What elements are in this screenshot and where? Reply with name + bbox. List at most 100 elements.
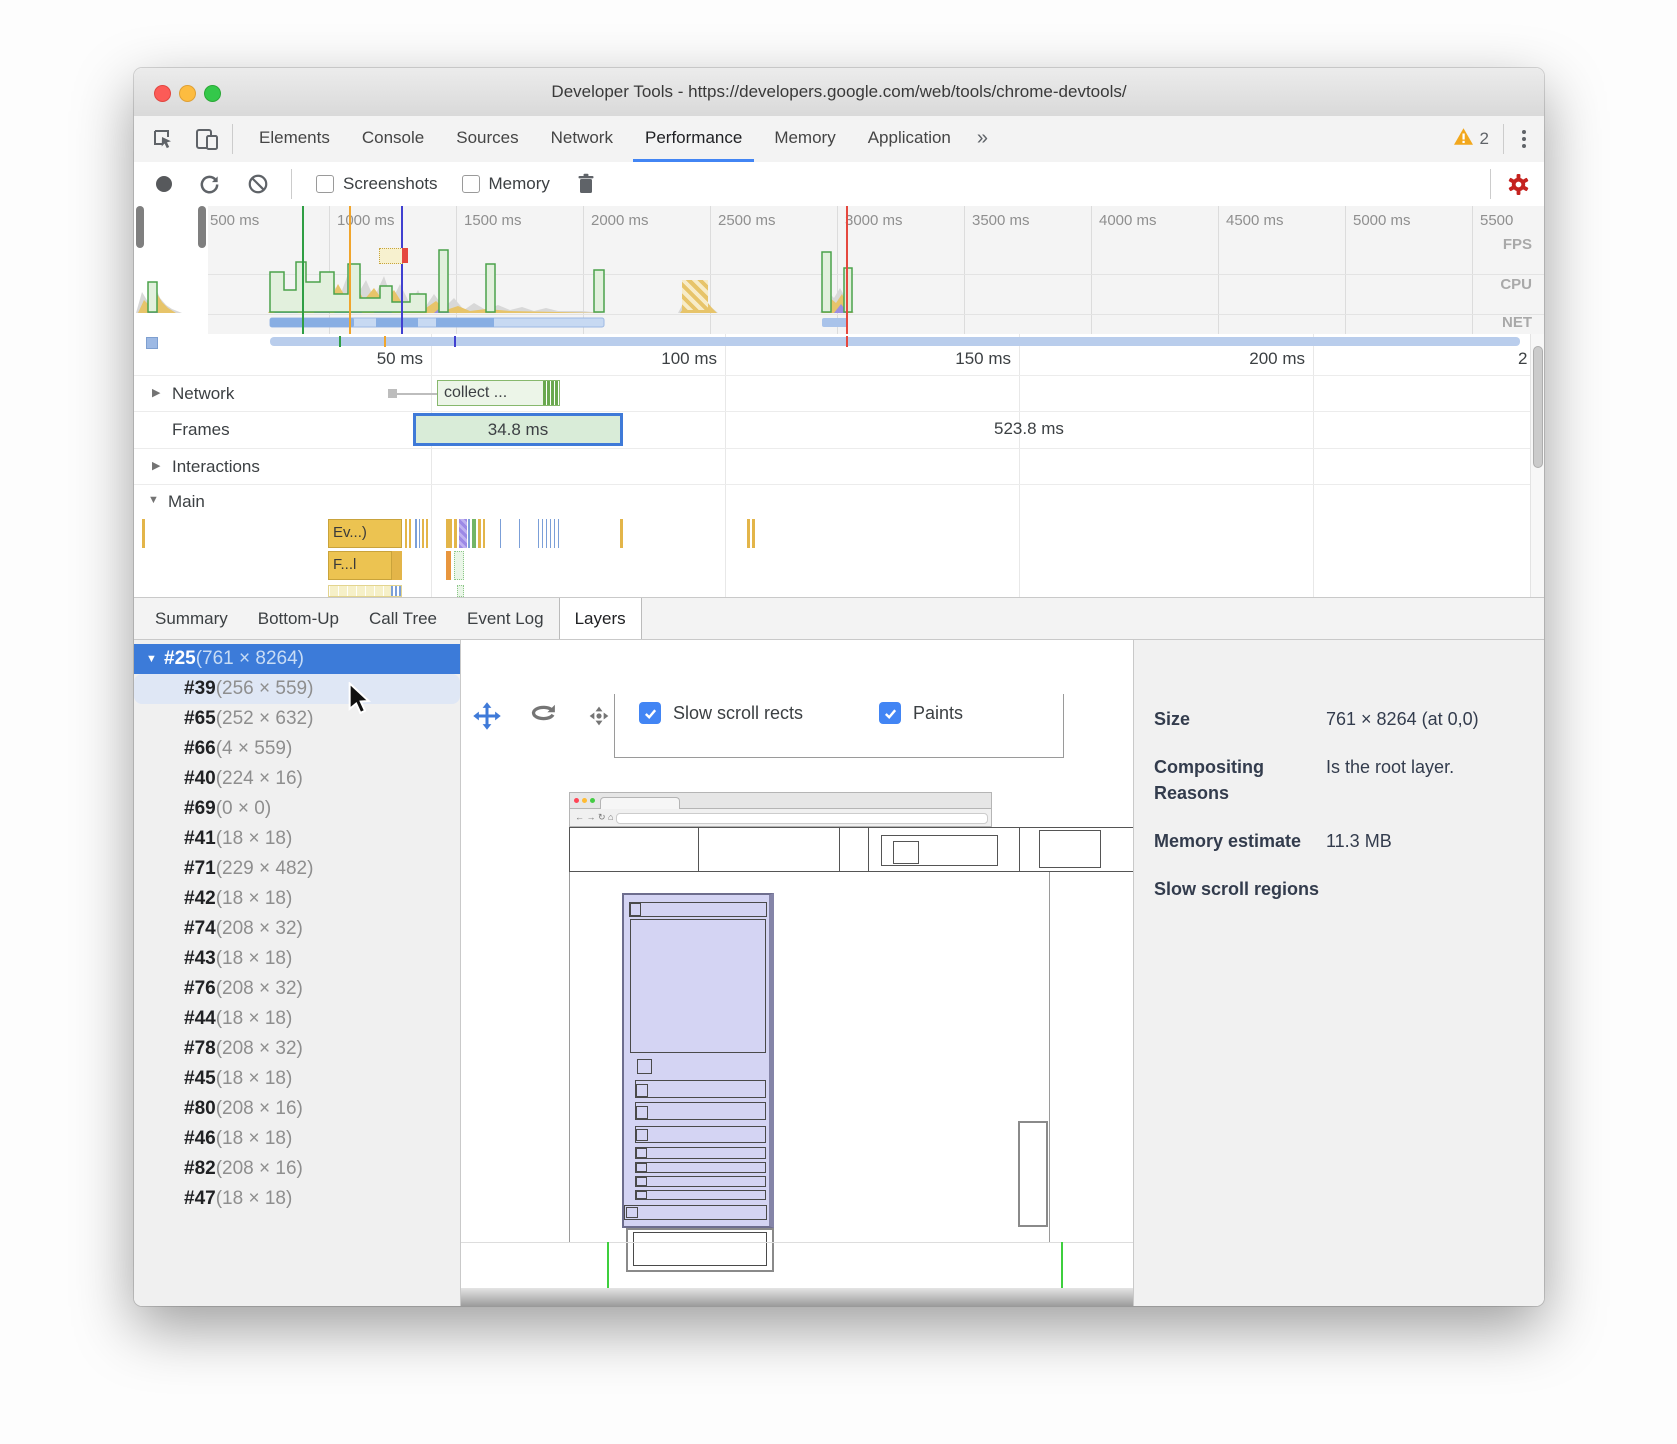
layer-tree-item[interactable]: #43(18 × 18) [134,944,460,974]
selected-frame[interactable]: 34.8 ms [413,413,623,446]
frames-row-label: Frames [172,420,230,440]
layer-tree-item[interactable]: #65(252 × 632) [134,704,460,734]
detail-value [1326,876,1486,902]
layer-tree-item[interactable]: #71(229 × 482) [134,854,460,884]
network-expand-icon[interactable]: ▶ [152,386,160,399]
devtools-window: Developer Tools - https://developers.goo… [134,68,1544,1306]
main-thread-task [457,585,464,597]
kebab-menu-icon[interactable] [1514,130,1544,148]
main-thread-task [446,519,452,548]
layer-size: (18 × 18) [216,1008,293,1029]
tab-event-log[interactable]: Event Log [452,598,559,639]
main-thread-task [409,519,411,548]
layer-tree-item[interactable]: #66(4 × 559) [134,734,460,764]
device-toolbar-icon[interactable] [192,124,222,154]
layer-id: #78 [184,1038,216,1059]
tab-performance[interactable]: Performance [629,116,758,162]
screenshots-checkbox-row[interactable]: Screenshots [316,174,438,194]
layer-id: #69 [184,798,216,819]
tab-console[interactable]: Console [346,116,440,162]
clear-icon[interactable] [247,173,269,195]
memory-label: Memory [489,174,550,194]
warning-count: 2 [1480,129,1489,149]
next-frame-duration[interactable]: 523.8 ms [994,419,1064,439]
selection-handle-right[interactable] [198,206,206,248]
main-event-bar[interactable]: Ev...) [328,519,402,548]
slow-scroll-rects-checkbox[interactable] [639,702,661,724]
flame-ruler-tick: 200 ms [1163,349,1305,369]
layer-tree-item[interactable]: #82(208 × 16) [134,1154,460,1184]
tab-elements[interactable]: Elements [243,116,346,162]
layer-tree-item[interactable]: #42(18 × 18) [134,884,460,914]
strip-handle[interactable] [146,337,158,349]
main-thread-task [752,519,755,548]
memory-checkbox[interactable] [462,175,480,193]
record-button[interactable] [156,176,172,192]
network-request-bar[interactable]: collect ... [437,380,560,406]
layer-size: (256 × 559) [216,678,314,699]
detail-label: Memory estimate [1154,828,1326,854]
tab-summary[interactable]: Summary [140,598,243,639]
layer-id: #66 [184,738,216,759]
flame-scroll-strip[interactable] [270,337,1520,346]
tab-sources[interactable]: Sources [440,116,534,162]
collapse-icon[interactable]: ▼ [146,644,157,674]
layer-tree-item[interactable]: #40(224 × 16) [134,764,460,794]
layer-tree-item[interactable]: #80(208 × 16) [134,1094,460,1124]
selection-handle-left[interactable] [136,206,144,248]
more-tabs-chevron[interactable]: » [967,116,998,162]
layer-tree-item[interactable]: #69(0 × 0) [134,794,460,824]
tab-layers[interactable]: Layers [559,598,642,639]
flame-ruler-tick: 150 ms [869,349,1011,369]
detail-value: Is the root layer. [1326,754,1486,806]
overview-selection-window[interactable] [134,206,208,334]
reset-view-icon[interactable] [581,698,617,734]
layer-tree-item[interactable]: #41(18 × 18) [134,824,460,854]
layer-size: (761 × 8264) [196,648,304,669]
main-function-bar[interactable]: F...l [328,551,392,580]
flame-chart[interactable]: 50 ms100 ms150 ms200 ms2 ▶ Network colle… [134,334,1544,597]
tab-call-tree[interactable]: Call Tree [354,598,452,639]
task-tick [392,551,402,580]
tab-application[interactable]: Application [852,116,967,162]
screenshots-checkbox[interactable] [316,175,334,193]
gridline [1313,334,1314,597]
layer-tree-item[interactable]: #74(208 × 32) [134,914,460,944]
tab-bottom-up[interactable]: Bottom-Up [243,598,354,639]
memory-checkbox-row[interactable]: Memory [462,174,550,194]
layer-tree-item[interactable]: #44(18 × 18) [134,1004,460,1034]
main-thread-task [747,519,750,548]
layer-id: #41 [184,828,216,849]
layer-tree-item[interactable]: #76(208 × 32) [134,974,460,1004]
network-row-label: Network [172,384,234,404]
warning-icon[interactable] [1453,127,1474,151]
layer-tree-item[interactable]: #46(18 × 18) [134,1124,460,1154]
layer-tree-item[interactable]: #45(18 × 18) [134,1064,460,1094]
separator [1503,124,1504,154]
mouse-cursor [346,682,376,721]
tab-network[interactable]: Network [535,116,629,162]
main-thread-task [519,519,520,548]
layer-tree-item[interactable]: #47(18 × 18) [134,1184,460,1214]
scrollbar-thumb[interactable] [1533,346,1543,468]
row-divider [134,448,1544,449]
settings-gear-icon[interactable] [1480,169,1530,199]
layer-tree-item[interactable]: ▼#25(761 × 8264) [134,644,460,674]
paints-checkbox[interactable] [879,702,901,724]
main-collapse-icon[interactable]: ▼ [148,494,159,506]
inspect-element-icon[interactable] [148,124,178,154]
interactions-expand-icon[interactable]: ▶ [152,459,160,472]
reload-and-profile-icon[interactable] [198,173,221,196]
timeline-overview[interactable]: 500 ms1000 ms1500 ms2000 ms2500 ms3000 m… [134,206,1544,335]
trash-icon[interactable] [576,173,596,195]
pan-mode-icon[interactable] [469,698,505,734]
layer-canvas-pane[interactable]: Slow scroll rects Paints ← → ↻ ⌂ [461,640,1134,1306]
slow-scroll-rects-label: Slow scroll rects [673,703,803,724]
layer-tree-item[interactable]: #78(208 × 32) [134,1034,460,1064]
strip-marker-green [339,336,341,347]
rotate-mode-icon[interactable] [525,698,561,734]
layer-tree-item[interactable]: #39(256 × 559) [134,674,460,704]
marker-line-red [846,206,848,334]
overview-charts [134,206,1544,334]
tab-memory[interactable]: Memory [758,116,851,162]
